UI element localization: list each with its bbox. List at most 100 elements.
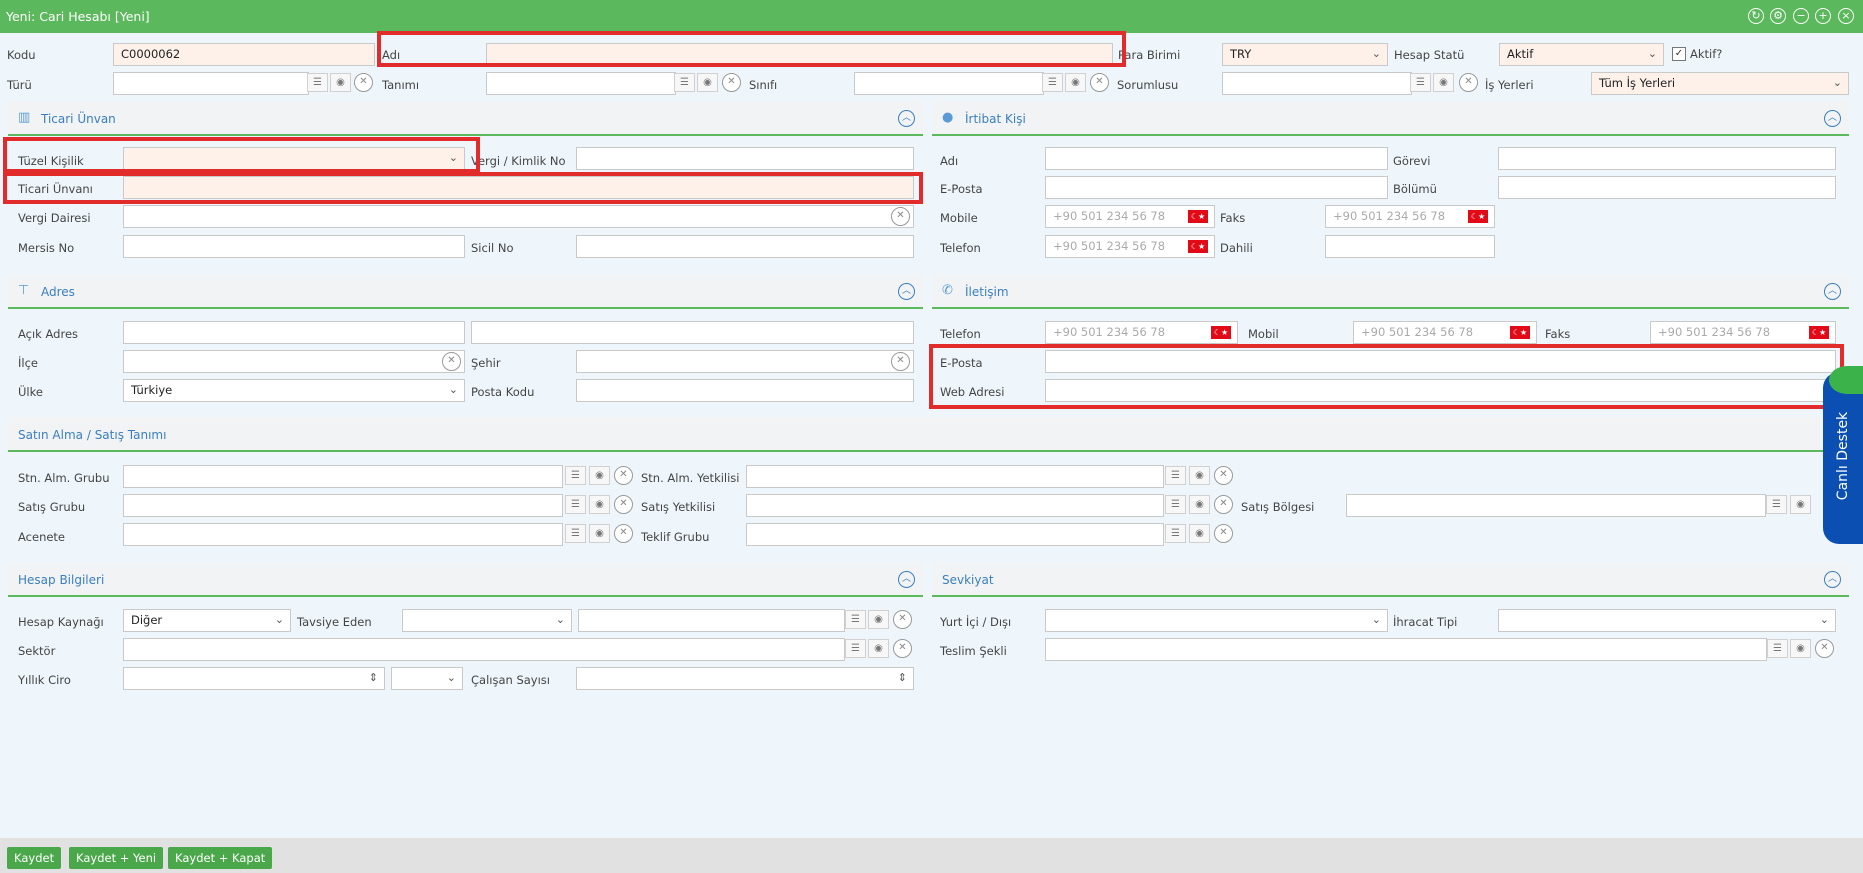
eye-icon[interactable]: ◉ <box>589 524 610 543</box>
clear-icon[interactable]: ✕ <box>1214 466 1233 485</box>
teklif-grubu-input[interactable] <box>746 523 1164 546</box>
clear-icon[interactable]: ✕ <box>1090 73 1109 92</box>
teslim-sekli-input[interactable] <box>1045 638 1767 661</box>
is-yerleri-select[interactable]: Tüm İş Yerleri ⌄ <box>1591 72 1849 95</box>
iletisim-telefon-input[interactable]: +90 501 234 56 78 ☾★ <box>1045 321 1238 344</box>
kaydet-kapat-button[interactable]: Kaydet + Kapat <box>168 847 273 869</box>
para-birimi-select[interactable]: TRY ⌄ <box>1222 43 1388 66</box>
hesap-kaynagi-select[interactable]: Diğer ⌄ <box>123 609 291 632</box>
irtibat-faks-input[interactable]: +90 501 234 56 78 ☾★ <box>1325 205 1495 228</box>
dahili-input[interactable] <box>1325 235 1495 258</box>
close-icon[interactable]: × <box>1838 8 1854 24</box>
eye-icon[interactable]: ◉ <box>1790 639 1811 658</box>
sehir-input[interactable]: ✕ <box>576 350 914 373</box>
gorevi-input[interactable] <box>1498 147 1836 170</box>
list-icon[interactable]: ☰ <box>1165 466 1186 485</box>
bolumu-input[interactable] <box>1498 176 1836 199</box>
mersis-input[interactable] <box>123 235 465 258</box>
list-icon[interactable]: ☰ <box>1042 73 1063 92</box>
list-icon[interactable]: ☰ <box>307 73 328 92</box>
clear-icon[interactable]: ✕ <box>1815 639 1834 658</box>
clear-icon[interactable]: ✕ <box>1214 524 1233 543</box>
sorumlusu-input[interactable] <box>1222 72 1412 95</box>
eye-icon[interactable]: ◉ <box>589 466 610 485</box>
list-icon[interactable]: ☰ <box>845 639 866 658</box>
tavsiye-eden-select[interactable]: ⌄ <box>402 609 572 632</box>
eye-icon[interactable]: ◉ <box>1065 73 1086 92</box>
gear-icon[interactable]: ⚙ <box>1770 8 1786 24</box>
sicil-input[interactable] <box>576 235 914 258</box>
clear-icon[interactable]: ✕ <box>891 352 910 371</box>
ilce-input[interactable]: ✕ <box>123 350 465 373</box>
irtibat-eposta-input[interactable] <box>1045 176 1388 199</box>
clear-icon[interactable]: ✕ <box>442 352 461 371</box>
refresh-icon[interactable]: ↻ <box>1748 8 1764 24</box>
list-icon[interactable]: ☰ <box>845 610 866 629</box>
list-icon[interactable]: ☰ <box>1410 73 1431 92</box>
clear-icon[interactable]: ✕ <box>722 73 741 92</box>
ciro-currency-select[interactable]: ⌄ <box>391 667 463 690</box>
hesap-statu-select[interactable]: Aktif ⌄ <box>1499 43 1664 66</box>
stn-alm-grubu-input[interactable] <box>123 465 563 488</box>
acik-adres-2-input[interactable] <box>471 321 914 344</box>
tavsiye-eden-input[interactable] <box>578 609 845 632</box>
acente-input[interactable] <box>123 523 563 546</box>
spinner-icon[interactable]: ⇕ <box>898 671 907 684</box>
sinifi-input[interactable] <box>854 72 1044 95</box>
clear-icon[interactable]: ✕ <box>891 207 910 226</box>
collapse-icon[interactable]: ︿ <box>1824 571 1841 588</box>
posta-kodu-input[interactable] <box>576 379 914 402</box>
aktif-checkbox[interactable]: ✓ <box>1672 47 1686 61</box>
eye-icon[interactable]: ◉ <box>697 73 718 92</box>
irtibat-telefon-input[interactable]: +90 501 234 56 78 ☾★ <box>1045 235 1215 258</box>
ulke-select[interactable]: Türkiye ⌄ <box>123 379 465 402</box>
ihracat-tipi-select[interactable]: ⌄ <box>1498 609 1836 632</box>
clear-icon[interactable]: ✕ <box>614 495 633 514</box>
satis-grubu-input[interactable] <box>123 494 563 517</box>
kaydet-button[interactable]: Kaydet <box>7 847 62 869</box>
list-icon[interactable]: ☰ <box>1766 495 1787 514</box>
mobile-input[interactable]: +90 501 234 56 78 ☾★ <box>1045 205 1215 228</box>
satis-bolgesi-input[interactable] <box>1346 494 1766 517</box>
irtibat-adi-input[interactable] <box>1045 147 1388 170</box>
tanimi-input[interactable] <box>486 72 676 95</box>
turu-input[interactable] <box>113 72 309 95</box>
collapse-icon[interactable]: ︿ <box>898 110 915 127</box>
vergi-kimlik-input[interactable] <box>576 147 914 170</box>
iletisim-faks-input[interactable]: +90 501 234 56 78 ☾★ <box>1650 321 1836 344</box>
collapse-icon[interactable]: ︿ <box>1824 283 1841 300</box>
clear-icon[interactable]: ✕ <box>1214 495 1233 514</box>
collapse-icon[interactable]: ︿ <box>898 283 915 300</box>
acik-adres-input[interactable] <box>123 321 465 344</box>
eye-icon[interactable]: ◉ <box>330 73 351 92</box>
canli-destek-button[interactable]: Canlı Destek <box>1823 366 1863 544</box>
list-icon[interactable]: ☰ <box>1165 524 1186 543</box>
list-icon[interactable]: ☰ <box>1165 495 1186 514</box>
yillik-ciro-input[interactable]: ⇕ <box>123 667 385 690</box>
eye-icon[interactable]: ◉ <box>1433 73 1454 92</box>
list-icon[interactable]: ☰ <box>1767 639 1788 658</box>
satis-yetkilisi-input[interactable] <box>746 494 1164 517</box>
clear-icon[interactable]: ✕ <box>614 466 633 485</box>
list-icon[interactable]: ☰ <box>565 466 586 485</box>
collapse-icon[interactable]: ︿ <box>898 571 915 588</box>
vergi-dairesi-input[interactable]: ✕ <box>123 205 914 228</box>
clear-icon[interactable]: ✕ <box>614 524 633 543</box>
collapse-icon[interactable]: ︿ <box>1824 110 1841 127</box>
eye-icon[interactable]: ◉ <box>868 610 889 629</box>
clear-icon[interactable]: ✕ <box>893 610 912 629</box>
stn-alm-yetkilisi-input[interactable] <box>746 465 1164 488</box>
clear-icon[interactable]: ✕ <box>354 73 373 92</box>
sektor-input[interactable] <box>123 638 845 661</box>
kaydet-yeni-button[interactable]: Kaydet + Yeni <box>69 847 164 869</box>
eye-icon[interactable]: ◉ <box>1790 495 1811 514</box>
kodu-input[interactable]: C0000062 <box>113 43 375 66</box>
eye-icon[interactable]: ◉ <box>1189 524 1210 543</box>
clear-icon[interactable]: ✕ <box>1459 73 1478 92</box>
maximize-icon[interactable]: + <box>1815 8 1831 24</box>
eye-icon[interactable]: ◉ <box>1189 466 1210 485</box>
list-icon[interactable]: ☰ <box>565 495 586 514</box>
eye-icon[interactable]: ◉ <box>1189 495 1210 514</box>
list-icon[interactable]: ☰ <box>674 73 695 92</box>
calisan-sayisi-input[interactable]: ⇕ <box>576 667 914 690</box>
